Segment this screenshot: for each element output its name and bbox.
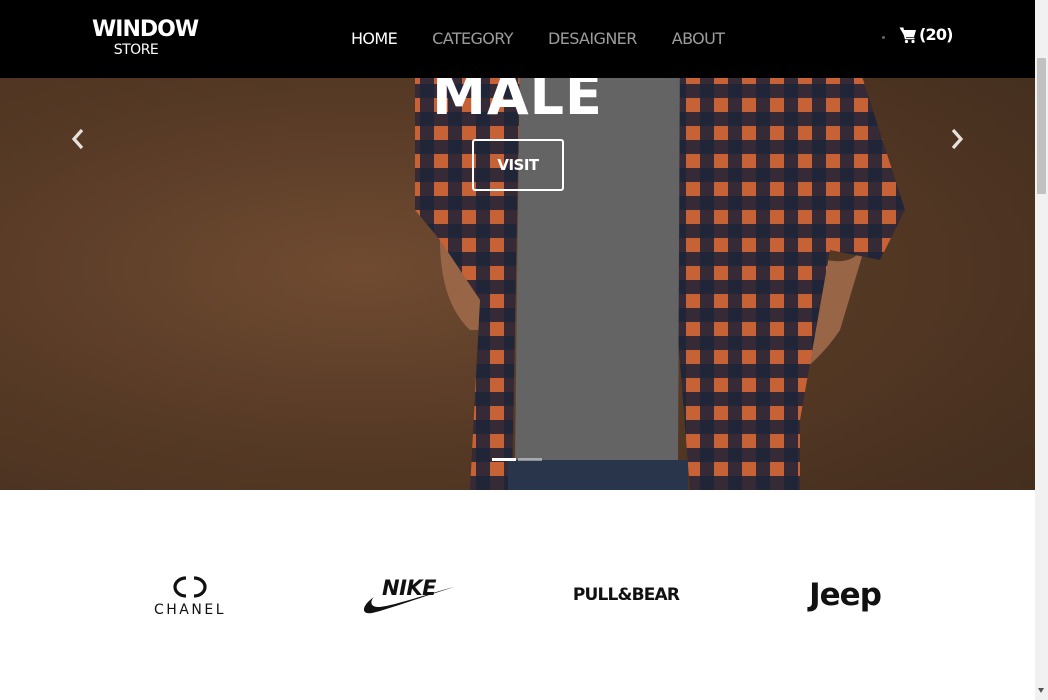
chanel-logo-icon [173, 576, 207, 598]
nav-category[interactable]: CATEGORY [432, 29, 513, 48]
brand-nike[interactable]: NIKE [360, 570, 456, 620]
chevron-left-icon [71, 128, 84, 150]
chevron-right-icon [951, 128, 964, 150]
carousel-indicator-2[interactable] [518, 458, 542, 461]
carousel-indicator-1[interactable] [492, 458, 516, 461]
nav-about[interactable]: ABOUT [672, 29, 725, 48]
nav-separator-dot [882, 36, 885, 39]
visit-button[interactable]: VISIT [472, 139, 564, 191]
carousel-next-button[interactable] [942, 122, 972, 156]
page-scrollbar[interactable] [1035, 0, 1048, 700]
scrollbar-thumb[interactable] [1037, 58, 1046, 194]
nav-designer[interactable]: DESAIGNER [548, 29, 637, 48]
cart-button[interactable]: (20) [899, 25, 953, 44]
brand-subtitle: STORE [113, 42, 159, 58]
brand-logo[interactable]: WINDOW STORE [92, 17, 199, 59]
scroll-down-arrow-icon[interactable] [1038, 688, 1044, 693]
main-nav: HOME CATEGORY DESAIGNER ABOUT [351, 29, 725, 48]
nike-wordmark: NIKE [382, 576, 437, 600]
brand-jeep[interactable]: Jeep [798, 570, 892, 620]
cart-count: (20) [919, 25, 953, 44]
cart-icon [899, 26, 916, 43]
carousel-prev-button[interactable] [63, 122, 93, 156]
nav-home[interactable]: HOME [351, 29, 398, 48]
brands-section: CHANEL NIKE PULL&BEAR Jeep [0, 490, 1035, 700]
brand-chanel[interactable]: CHANEL [138, 570, 242, 620]
top-navbar: WINDOW STORE HOME CATEGORY DESAIGNER ABO… [0, 0, 1035, 78]
brand-pull-and-bear[interactable]: PULL&BEAR [573, 570, 680, 620]
carousel-indicators [492, 458, 542, 461]
brand-name: WINDOW [92, 17, 199, 42]
chanel-wordmark: CHANEL [154, 602, 226, 618]
